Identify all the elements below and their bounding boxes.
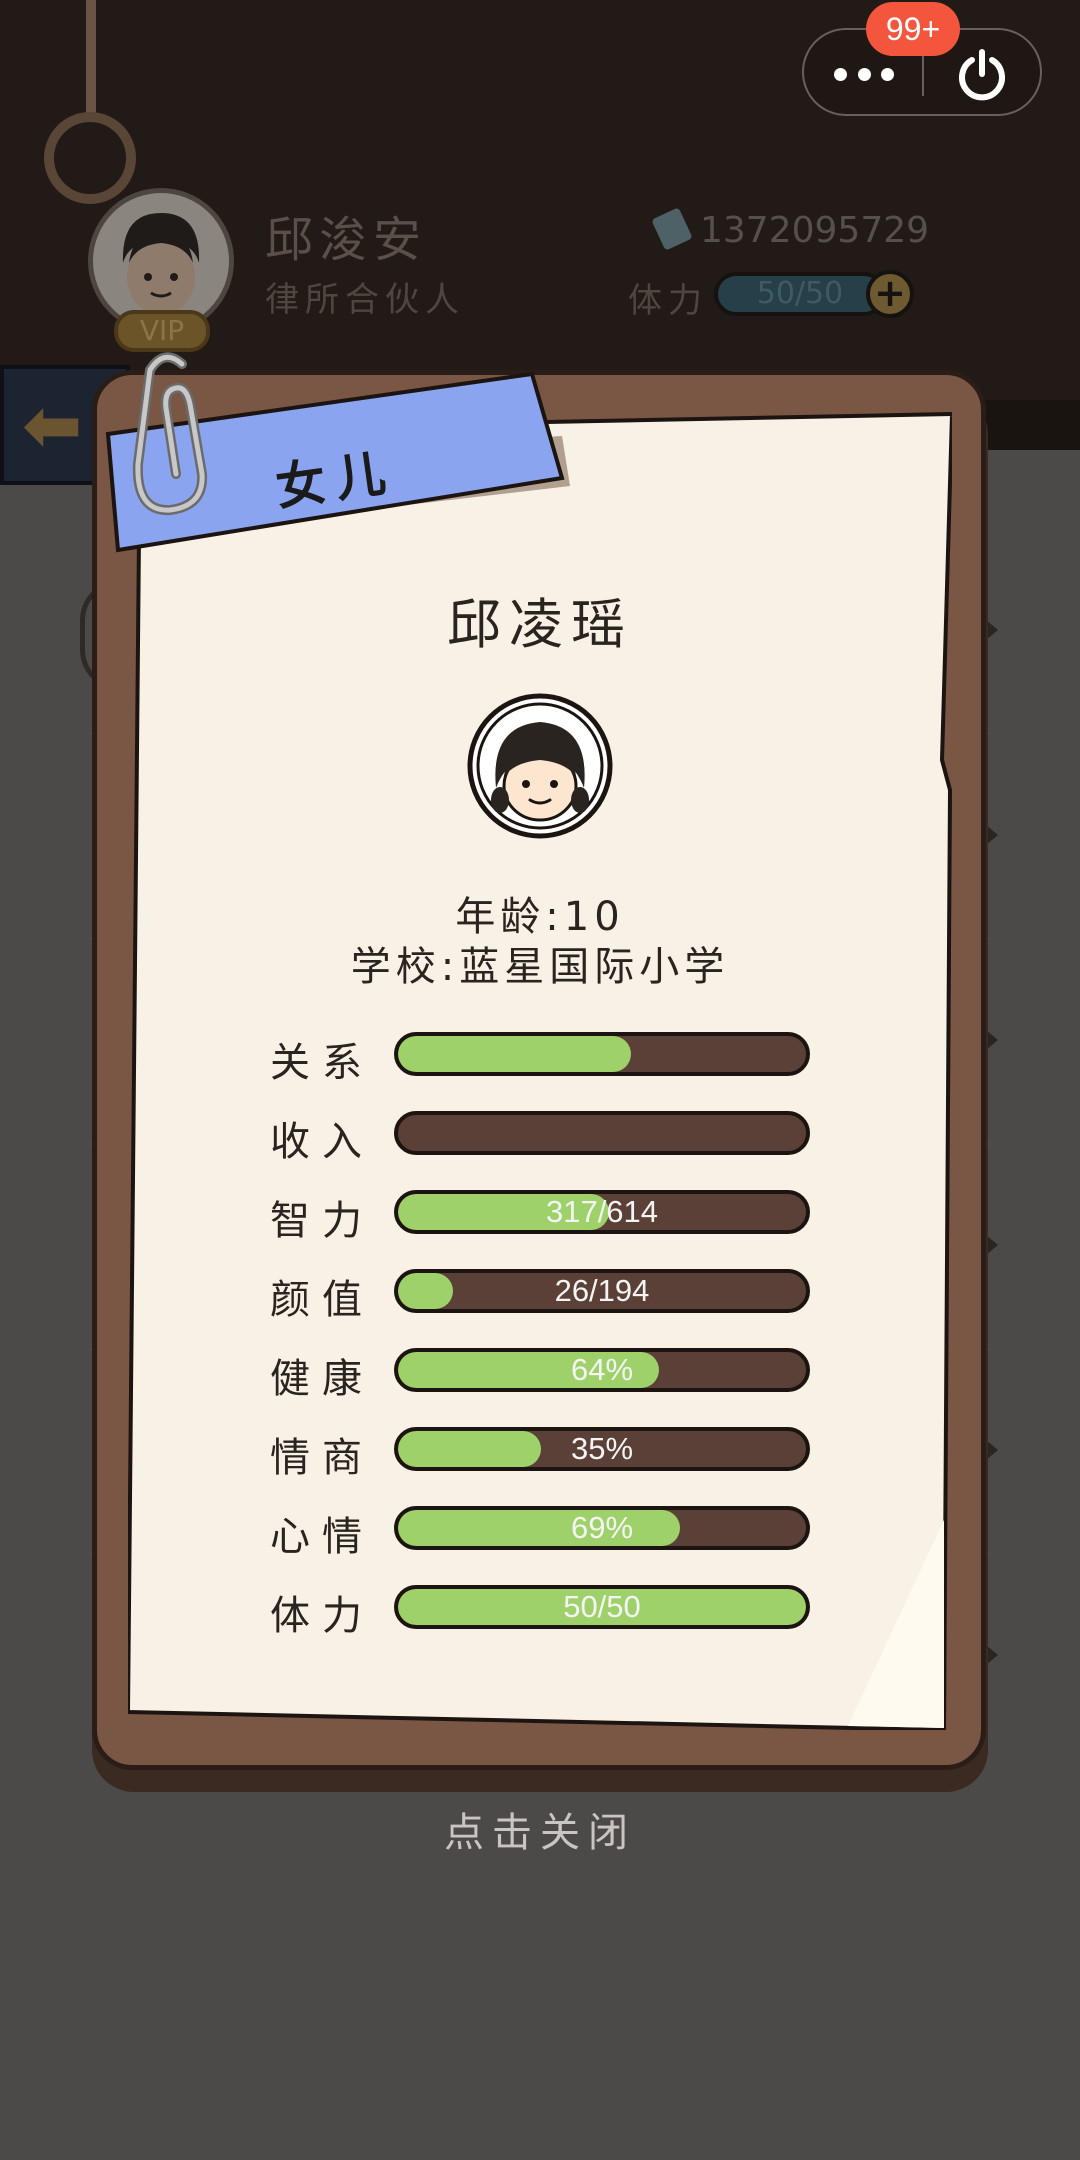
back-arrow-icon: ⬅ xyxy=(22,383,83,467)
stat-bar: 50/50 xyxy=(394,1585,810,1629)
more-icon[interactable] xyxy=(834,52,894,96)
stat-bar xyxy=(394,1111,810,1155)
stat-label: 体力 xyxy=(270,1593,374,1639)
stat-row: 关系 xyxy=(270,1032,810,1086)
stat-label: 颜值 xyxy=(270,1277,374,1323)
stat-label: 情商 xyxy=(270,1435,374,1481)
power-icon[interactable] xyxy=(954,46,1010,102)
close-hint[interactable]: 点击关闭 xyxy=(0,1800,1080,1858)
stat-value: 35% xyxy=(570,1431,634,1466)
stat-value: 64% xyxy=(570,1352,634,1387)
stat-bar xyxy=(394,1032,810,1076)
stat-row: 健康 64% xyxy=(270,1348,810,1402)
notification-badge: 99+ xyxy=(866,2,960,56)
stat-value xyxy=(398,1036,806,1072)
hook-ring-icon xyxy=(44,112,136,204)
stat-bar: 69% xyxy=(394,1506,810,1550)
capsule-divider xyxy=(922,52,924,96)
stat-label: 健康 xyxy=(270,1356,374,1402)
stat-label: 智力 xyxy=(270,1198,374,1244)
child-school: 学校:蓝星国际小学 xyxy=(350,944,730,990)
stat-value: 26/194 xyxy=(554,1273,650,1308)
stamina-label: 体力 xyxy=(628,281,708,321)
player-name: 邱浚安 xyxy=(265,212,428,268)
stat-bar: 317/614 xyxy=(394,1190,810,1234)
stat-value: 69% xyxy=(570,1510,634,1545)
player-face-icon xyxy=(95,195,227,327)
stat-value xyxy=(398,1115,806,1151)
stat-row: 智力 317/614 xyxy=(270,1190,810,1244)
player-money: 1372095729 xyxy=(700,210,930,251)
child-avatar xyxy=(467,693,613,839)
child-name: 邱凌瑶 xyxy=(447,593,633,656)
stat-value: 50/50 xyxy=(563,1589,641,1624)
paperclip-icon xyxy=(132,352,208,516)
stamina-bar: 50/50 xyxy=(714,272,886,316)
stat-label: 收入 xyxy=(270,1119,374,1165)
player-title: 律所合伙人 xyxy=(265,280,465,320)
stat-label: 心情 xyxy=(270,1514,374,1560)
stat-row: 收入 xyxy=(270,1111,810,1165)
stat-bar: 26/194 xyxy=(394,1269,810,1313)
add-stamina-button[interactable]: + xyxy=(866,270,914,318)
stat-value: 317/614 xyxy=(545,1194,659,1229)
stat-row: 心情 69% xyxy=(270,1506,810,1560)
stat-bar: 64% xyxy=(394,1348,810,1392)
stat-row: 颜值 26/194 xyxy=(270,1269,810,1323)
header-strip xyxy=(980,400,1080,450)
hook-string xyxy=(86,0,96,118)
stat-bar: 35% xyxy=(394,1427,810,1471)
stat-row: 情商 35% xyxy=(270,1427,810,1481)
stat-row: 体力 50/50 xyxy=(270,1585,810,1639)
stat-label: 关系 xyxy=(270,1040,374,1086)
